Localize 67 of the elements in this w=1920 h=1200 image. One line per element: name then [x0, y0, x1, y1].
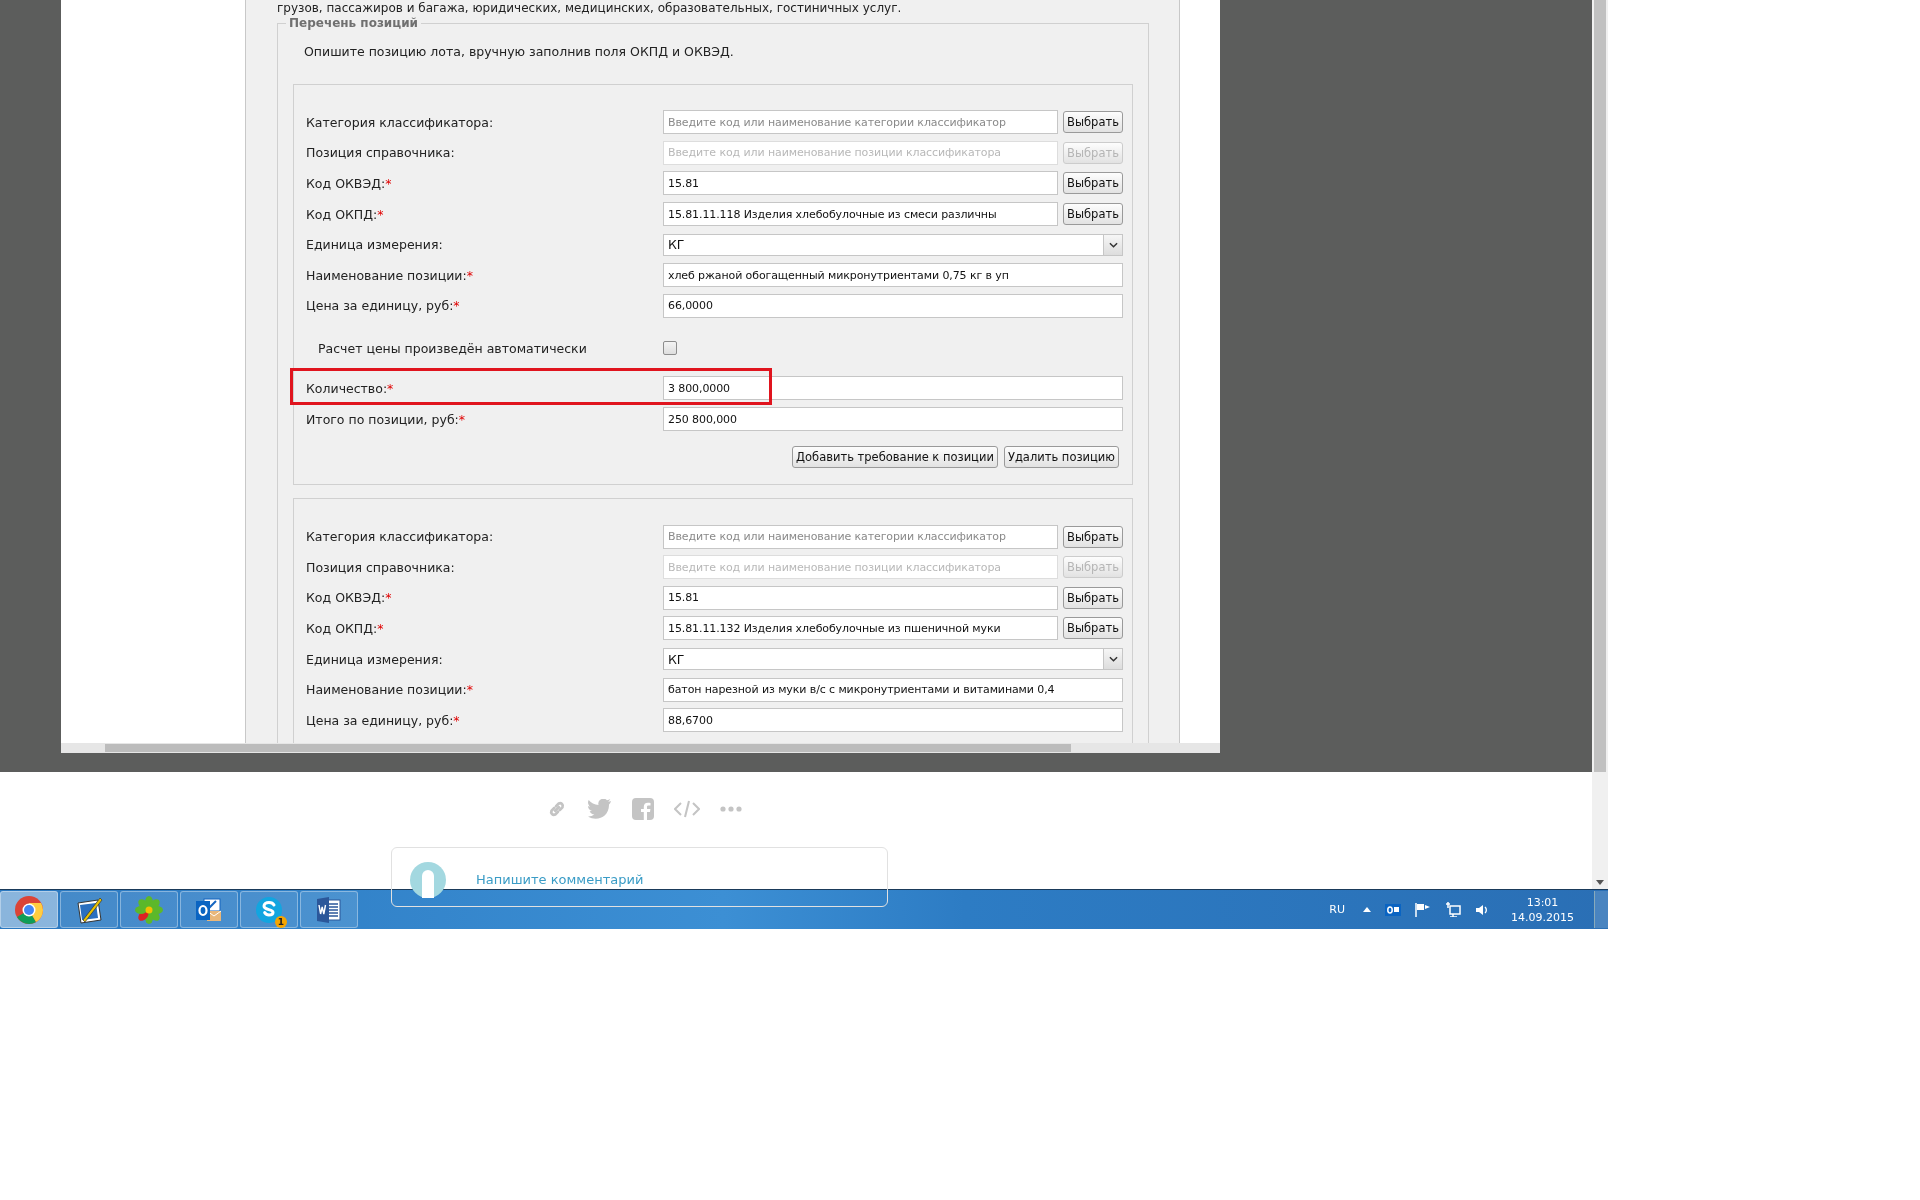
unit-dropdown[interactable]: КГ	[663, 233, 1123, 256]
input-field[interactable]: 3 800,0000	[663, 376, 1123, 401]
input-field[interactable]: 15.81.11.118 Изделия хлебобулочные из смеси различны	[663, 202, 1058, 227]
field-label: Категория классификатора:	[306, 529, 495, 545]
field-label: Позиция справочника:	[306, 559, 456, 575]
clock-date[interactable]: 14.09.2015	[1511, 909, 1574, 925]
input-field[interactable]: 66,0000	[663, 293, 1123, 318]
field-label: Наименование позиции:*	[306, 682, 474, 698]
code-icon[interactable]	[674, 799, 700, 819]
checkbox[interactable]	[663, 341, 677, 356]
comment-placeholder: Напишите комментарий	[476, 871, 644, 887]
facebook-icon[interactable]	[632, 798, 654, 820]
intro-text: грузов, пассажиров и багажа, юридических, медицинских, образовательных, гостиничных услуг.	[277, 0, 903, 15]
field-label: Цена за единицу, руб:*	[306, 298, 461, 314]
select-button[interactable]: Выбрать	[1063, 203, 1123, 226]
browser-icon	[14, 894, 44, 925]
input-field[interactable]: 15.81	[663, 585, 1058, 610]
field-label: Наименование позиции:*	[306, 267, 474, 283]
action-button[interactable]: Удалить позицию	[1003, 446, 1119, 469]
flower-icon	[134, 894, 164, 925]
field-label: Расчет цены произведён автоматически	[317, 340, 588, 356]
taskbar-button[interactable]	[180, 891, 238, 928]
language-indicator[interactable]: RU	[1329, 903, 1345, 916]
taskbar-button[interactable]: 1	[240, 891, 298, 928]
mail-tray-icon[interactable]	[1385, 903, 1401, 916]
input-field[interactable]: батон нарезной из муки в/с с микронутриентами и витаминами 0,4	[663, 677, 1123, 702]
flag-icon[interactable]	[1415, 902, 1431, 917]
show-hidden-icons-icon[interactable]	[1363, 907, 1371, 912]
field-label: Код ОКВЭД:*	[306, 176, 393, 191]
field-label: Итого по позиции, руб:*	[306, 411, 467, 427]
input-field[interactable]: Введите код или наименование категории классификатор	[663, 524, 1058, 549]
clock-time[interactable]: 13:01	[1526, 894, 1559, 910]
input-field[interactable]: Введите код или наименование категории классификатор	[663, 110, 1058, 135]
document-app-icon	[314, 894, 344, 925]
taskbar-button[interactable]	[0, 891, 58, 928]
fieldset-legend: Перечень позиций	[286, 16, 421, 30]
chat-app-icon	[254, 894, 284, 925]
field-label: Категория классификатора:	[306, 114, 495, 130]
field-label: Код ОКПД:*	[306, 620, 385, 636]
field-label: Код ОКПД:*	[306, 206, 385, 222]
input-field[interactable]: 15.81.11.132 Изделия хлебобулочные из пшеничной муки	[663, 616, 1058, 641]
field-label: Цена за единицу, руб:*	[306, 712, 461, 728]
select-button[interactable]: Выбрать	[1063, 586, 1123, 609]
horizontal-scrollbar[interactable]	[61, 743, 1220, 753]
input-field[interactable]: 250 800,000	[663, 407, 1123, 432]
field-label: Единица измерения:	[306, 237, 444, 253]
field-label: Позиция справочника:	[306, 145, 456, 161]
input-field[interactable]: 15.81	[663, 171, 1058, 196]
unit-dropdown[interactable]: КГ	[663, 648, 1123, 670]
scroll-down-icon[interactable]	[1596, 880, 1604, 885]
select-button[interactable]: Выбрать	[1063, 111, 1123, 134]
taskbar-button[interactable]	[60, 891, 118, 928]
vertical-scrollbar[interactable]	[1592, 0, 1608, 889]
select-button[interactable]: Выбрать	[1063, 617, 1123, 640]
action-button[interactable]: Добавить требование к позиции	[792, 446, 998, 469]
bird-icon[interactable]	[588, 799, 612, 819]
input-field[interactable]: 88,6700	[663, 708, 1123, 733]
speaker-icon[interactable]	[1475, 902, 1489, 917]
field-label: Количество:*	[306, 380, 395, 396]
taskbar-button[interactable]	[300, 891, 358, 928]
select-button[interactable]: Выбрать	[1063, 172, 1123, 195]
network-icon[interactable]	[1445, 902, 1461, 917]
input-field[interactable]: хлеб ржаной обогащенный микронутриентами 0,75 кг в уп	[663, 263, 1123, 288]
field-label: Единица измерения:	[306, 651, 444, 667]
field-label: Код ОКВЭД:*	[306, 590, 393, 606]
more-icon[interactable]	[720, 806, 742, 812]
select-button[interactable]: Выбрать	[1063, 525, 1123, 548]
